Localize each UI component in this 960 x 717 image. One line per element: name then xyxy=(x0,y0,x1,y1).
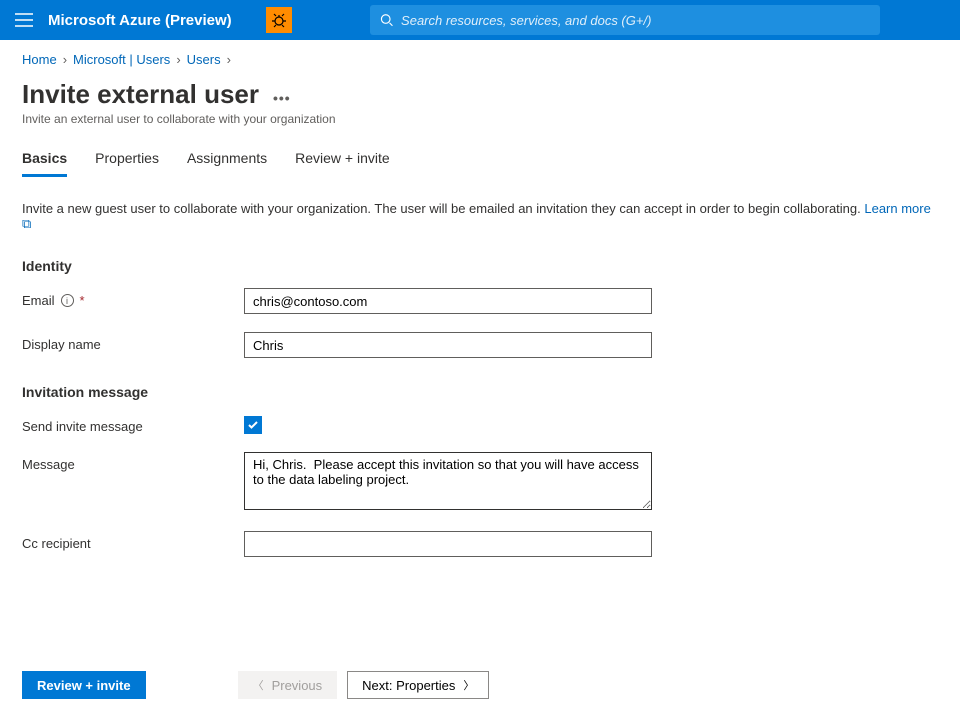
intro-message: Invite a new guest user to collaborate w… xyxy=(22,201,864,216)
info-icon[interactable]: i xyxy=(61,294,74,307)
learn-more-link[interactable]: Learn more xyxy=(864,201,930,216)
search-icon xyxy=(380,13,393,27)
section-identity-heading: Identity xyxy=(22,258,938,274)
external-link-icon: ⧉ xyxy=(22,216,31,231)
breadcrumb-home[interactable]: Home xyxy=(22,52,57,67)
required-asterisk: * xyxy=(80,293,85,308)
row-display-name: Display name xyxy=(22,332,938,358)
chevron-right-icon: › xyxy=(63,52,67,67)
intro-text: Invite a new guest user to collaborate w… xyxy=(22,201,938,232)
email-label: Email xyxy=(22,293,55,308)
cc-input[interactable] xyxy=(244,531,652,557)
previous-label: Previous xyxy=(272,678,323,693)
display-name-input[interactable] xyxy=(244,332,652,358)
tab-basics[interactable]: Basics xyxy=(22,150,67,177)
message-textarea[interactable] xyxy=(244,452,652,510)
page-subtitle: Invite an external user to collaborate w… xyxy=(22,112,938,126)
page-title: Invite external user xyxy=(22,79,259,110)
menu-hamburger-icon[interactable] xyxy=(0,0,48,40)
tab-review-invite[interactable]: Review + invite xyxy=(295,150,390,177)
row-send-invite: Send invite message xyxy=(22,414,938,434)
row-email: Email i * xyxy=(22,288,938,314)
more-actions-icon[interactable]: ••• xyxy=(273,90,291,106)
chevron-right-icon: › xyxy=(227,52,231,67)
row-message: Message xyxy=(22,452,938,513)
section-invitation-heading: Invitation message xyxy=(22,384,938,400)
search-input[interactable] xyxy=(401,13,870,28)
row-cc: Cc recipient xyxy=(22,531,938,557)
breadcrumb-users[interactable]: Users xyxy=(187,52,221,67)
email-input[interactable] xyxy=(244,288,652,314)
chevron-right-icon: 〉 xyxy=(463,677,474,693)
breadcrumb-users-root[interactable]: Microsoft | Users xyxy=(73,52,170,67)
next-label: Next: Properties xyxy=(362,678,455,693)
send-invite-label: Send invite message xyxy=(22,419,143,434)
form-body: Invite a new guest user to collaborate w… xyxy=(0,177,960,557)
display-name-label: Display name xyxy=(22,337,101,352)
page-header: Invite external user ••• Invite an exter… xyxy=(0,75,960,132)
brand-title[interactable]: Microsoft Azure (Preview) xyxy=(48,12,248,29)
top-bar: Microsoft Azure (Preview) xyxy=(0,0,960,40)
tab-bar: Basics Properties Assignments Review + i… xyxy=(0,132,960,177)
message-label: Message xyxy=(22,457,75,472)
chevron-left-icon: 〈 xyxy=(253,677,264,693)
review-invite-button[interactable]: Review + invite xyxy=(22,671,146,699)
next-button[interactable]: Next: Properties 〉 xyxy=(347,671,489,699)
bug-icon[interactable] xyxy=(266,7,292,33)
previous-button: 〈 Previous xyxy=(238,671,338,699)
tab-properties[interactable]: Properties xyxy=(95,150,159,177)
tab-assignments[interactable]: Assignments xyxy=(187,150,267,177)
send-invite-checkbox[interactable] xyxy=(244,416,262,434)
global-search[interactable] xyxy=(370,5,880,35)
chevron-right-icon: › xyxy=(176,52,180,67)
cc-label: Cc recipient xyxy=(22,536,91,551)
breadcrumb: Home › Microsoft | Users › Users › xyxy=(0,40,960,75)
wizard-footer: Review + invite 〈 Previous Next: Propert… xyxy=(22,671,489,699)
